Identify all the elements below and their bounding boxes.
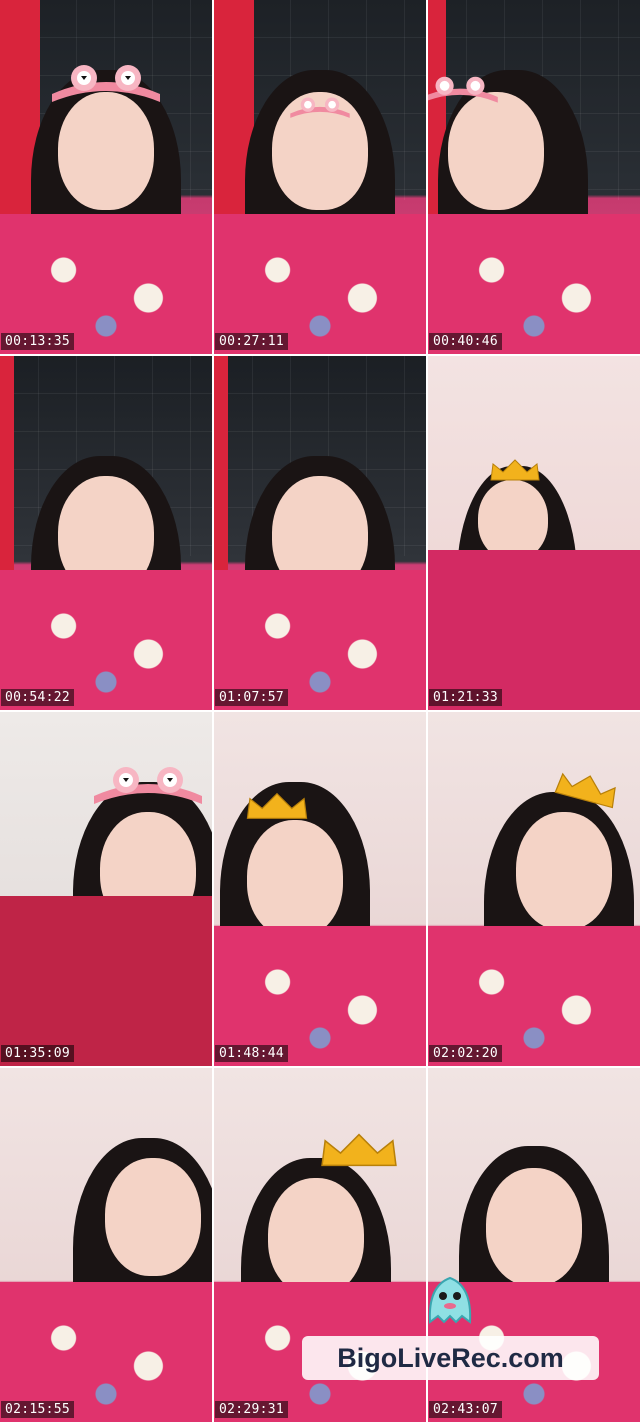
shirt [428,550,640,710]
face [477,480,548,560]
timestamp: 01:21:33 [429,689,503,706]
timestamp: 01:35:09 [1,1045,75,1062]
timestamp: 00:13:35 [1,333,75,350]
frame-thumbnail[interactable]: 00:40:46 [428,0,640,354]
timestamp: 00:40:46 [429,333,503,350]
face [267,1178,364,1296]
crown-filter-icon [246,792,308,819]
timestamp: 02:15:55 [1,1401,75,1418]
frame-thumbnail[interactable]: 00:54:22 [0,356,212,710]
face [515,812,612,930]
headband-filter-icon [290,97,350,118]
crown-filter-icon [321,1133,398,1167]
frame-thumbnail[interactable]: 00:27:11 [214,0,426,354]
timestamp: 01:48:44 [215,1045,289,1062]
ghost-mascot-icon [428,1276,472,1324]
frame-thumbnail[interactable]: 01:35:09 [0,712,212,1066]
face [58,92,154,210]
timestamp: 01:07:57 [215,689,289,706]
headband-filter-icon [94,767,203,804]
timestamp: 02:02:20 [429,1045,503,1062]
frame-thumbnail[interactable]: 01:07:57 [214,356,426,710]
frame-thumbnail[interactable]: 02:15:55 [0,1068,212,1422]
frame-thumbnail[interactable]: 01:21:33 [428,356,640,710]
frame-thumbnail[interactable]: 02:02:20 [428,712,640,1066]
timestamp: 00:54:22 [1,689,75,706]
frame-thumbnail[interactable]: 01:48:44 [214,712,426,1066]
watermark-banner: BigoLiveRec.com [302,1336,599,1380]
timestamp: 02:43:07 [429,1401,503,1418]
timestamp: 02:29:31 [215,1401,289,1418]
face [447,92,544,210]
face [486,1168,582,1286]
headband-filter-icon [52,65,160,102]
crown-filter-icon [490,459,540,481]
timestamp: 00:27:11 [215,333,289,350]
face [104,1158,201,1276]
frame-thumbnail[interactable]: 00:13:35 [0,0,212,354]
shirt [0,896,212,1066]
thumbnail-grid: 00:13:35 00:27:11 00:40:46 00:54:22 01:0… [0,0,640,1422]
face [246,820,343,938]
headband-filter-icon [428,76,498,103]
